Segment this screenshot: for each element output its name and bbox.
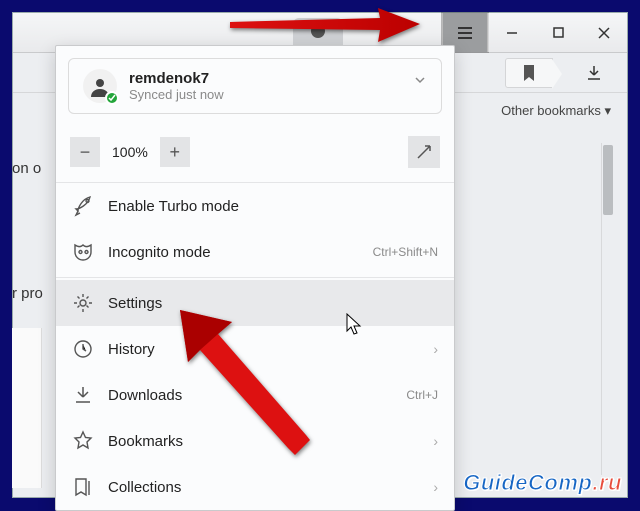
menu-item-settings[interactable]: Settings xyxy=(56,280,454,326)
avatar xyxy=(83,69,117,103)
fullscreen-button[interactable] xyxy=(408,136,440,168)
fullscreen-icon xyxy=(416,144,432,160)
menu-item-shortcut: Ctrl+Shift+N xyxy=(373,245,438,259)
zoom-controls: − 100% + xyxy=(56,126,454,183)
menu-item-label: Enable Turbo mode xyxy=(108,198,239,215)
page-edge xyxy=(12,328,42,488)
menu-item-incognito[interactable]: Incognito mode Ctrl+Shift+N xyxy=(56,229,454,275)
window-minimize-button[interactable] xyxy=(489,13,535,52)
minimize-icon xyxy=(506,27,518,39)
bookmark-tab[interactable] xyxy=(505,58,553,88)
chevron-right-icon: › xyxy=(433,341,438,357)
close-icon xyxy=(598,27,610,39)
menu-item-bookmarks[interactable]: Bookmarks › xyxy=(56,418,454,464)
downloads-toolbar-button[interactable] xyxy=(571,65,617,81)
watermark-tld: .ru xyxy=(592,470,622,495)
collections-icon xyxy=(72,476,94,498)
bookmark-icon xyxy=(523,65,535,81)
menu-item-label: Bookmarks xyxy=(108,433,183,450)
check-icon xyxy=(108,94,116,102)
page-text-fragment: r pro xyxy=(12,285,43,302)
hamburger-icon xyxy=(457,26,473,40)
download-icon xyxy=(72,384,94,406)
chevron-right-icon: › xyxy=(433,479,438,495)
watermark-name: GuideComp xyxy=(463,470,592,495)
zoom-in-button[interactable]: + xyxy=(160,137,190,167)
menu-separator xyxy=(56,277,454,278)
window-maximize-button[interactable] xyxy=(535,13,581,52)
rocket-icon xyxy=(72,195,94,217)
sync-ok-badge xyxy=(105,91,119,105)
menu-item-collections[interactable]: Collections › xyxy=(56,464,454,510)
mask-icon xyxy=(72,241,94,263)
download-icon xyxy=(586,65,602,81)
scrollbar[interactable] xyxy=(601,143,613,475)
chevron-down-icon xyxy=(413,73,427,90)
menu-item-downloads[interactable]: Downloads Ctrl+J xyxy=(56,372,454,418)
account-text: remdenok7 Synced just now xyxy=(129,70,224,102)
gear-icon xyxy=(72,292,94,314)
menu-item-label: Downloads xyxy=(108,387,182,404)
menu-item-label: History xyxy=(108,341,155,358)
scrollbar-thumb[interactable] xyxy=(603,145,613,215)
maximize-icon xyxy=(553,27,564,38)
page-text-fragment: on o xyxy=(12,160,41,177)
account-sync-status: Synced just now xyxy=(129,87,224,102)
window-close-button[interactable] xyxy=(581,13,627,52)
account-card[interactable]: remdenok7 Synced just now xyxy=(68,58,442,114)
tab-stub[interactable] xyxy=(293,18,343,48)
star-icon xyxy=(72,430,94,452)
zoom-out-button[interactable]: − xyxy=(70,137,100,167)
clock-icon xyxy=(72,338,94,360)
watermark: GuideComp.ru xyxy=(463,470,622,496)
menu-item-turbo[interactable]: Enable Turbo mode xyxy=(56,183,454,229)
main-menu-panel: remdenok7 Synced just now − 100% + Enabl… xyxy=(55,45,455,511)
other-bookmarks-label: Other bookmarks xyxy=(501,103,611,118)
menu-item-history[interactable]: History › xyxy=(56,326,454,372)
chevron-right-icon: › xyxy=(433,433,438,449)
menu-item-label: Settings xyxy=(108,295,162,312)
zoom-level: 100% xyxy=(106,144,154,160)
account-username: remdenok7 xyxy=(129,70,224,87)
menu-item-shortcut: Ctrl+J xyxy=(406,388,438,402)
menu-item-label: Collections xyxy=(108,479,181,496)
menu-item-label: Incognito mode xyxy=(108,244,211,261)
